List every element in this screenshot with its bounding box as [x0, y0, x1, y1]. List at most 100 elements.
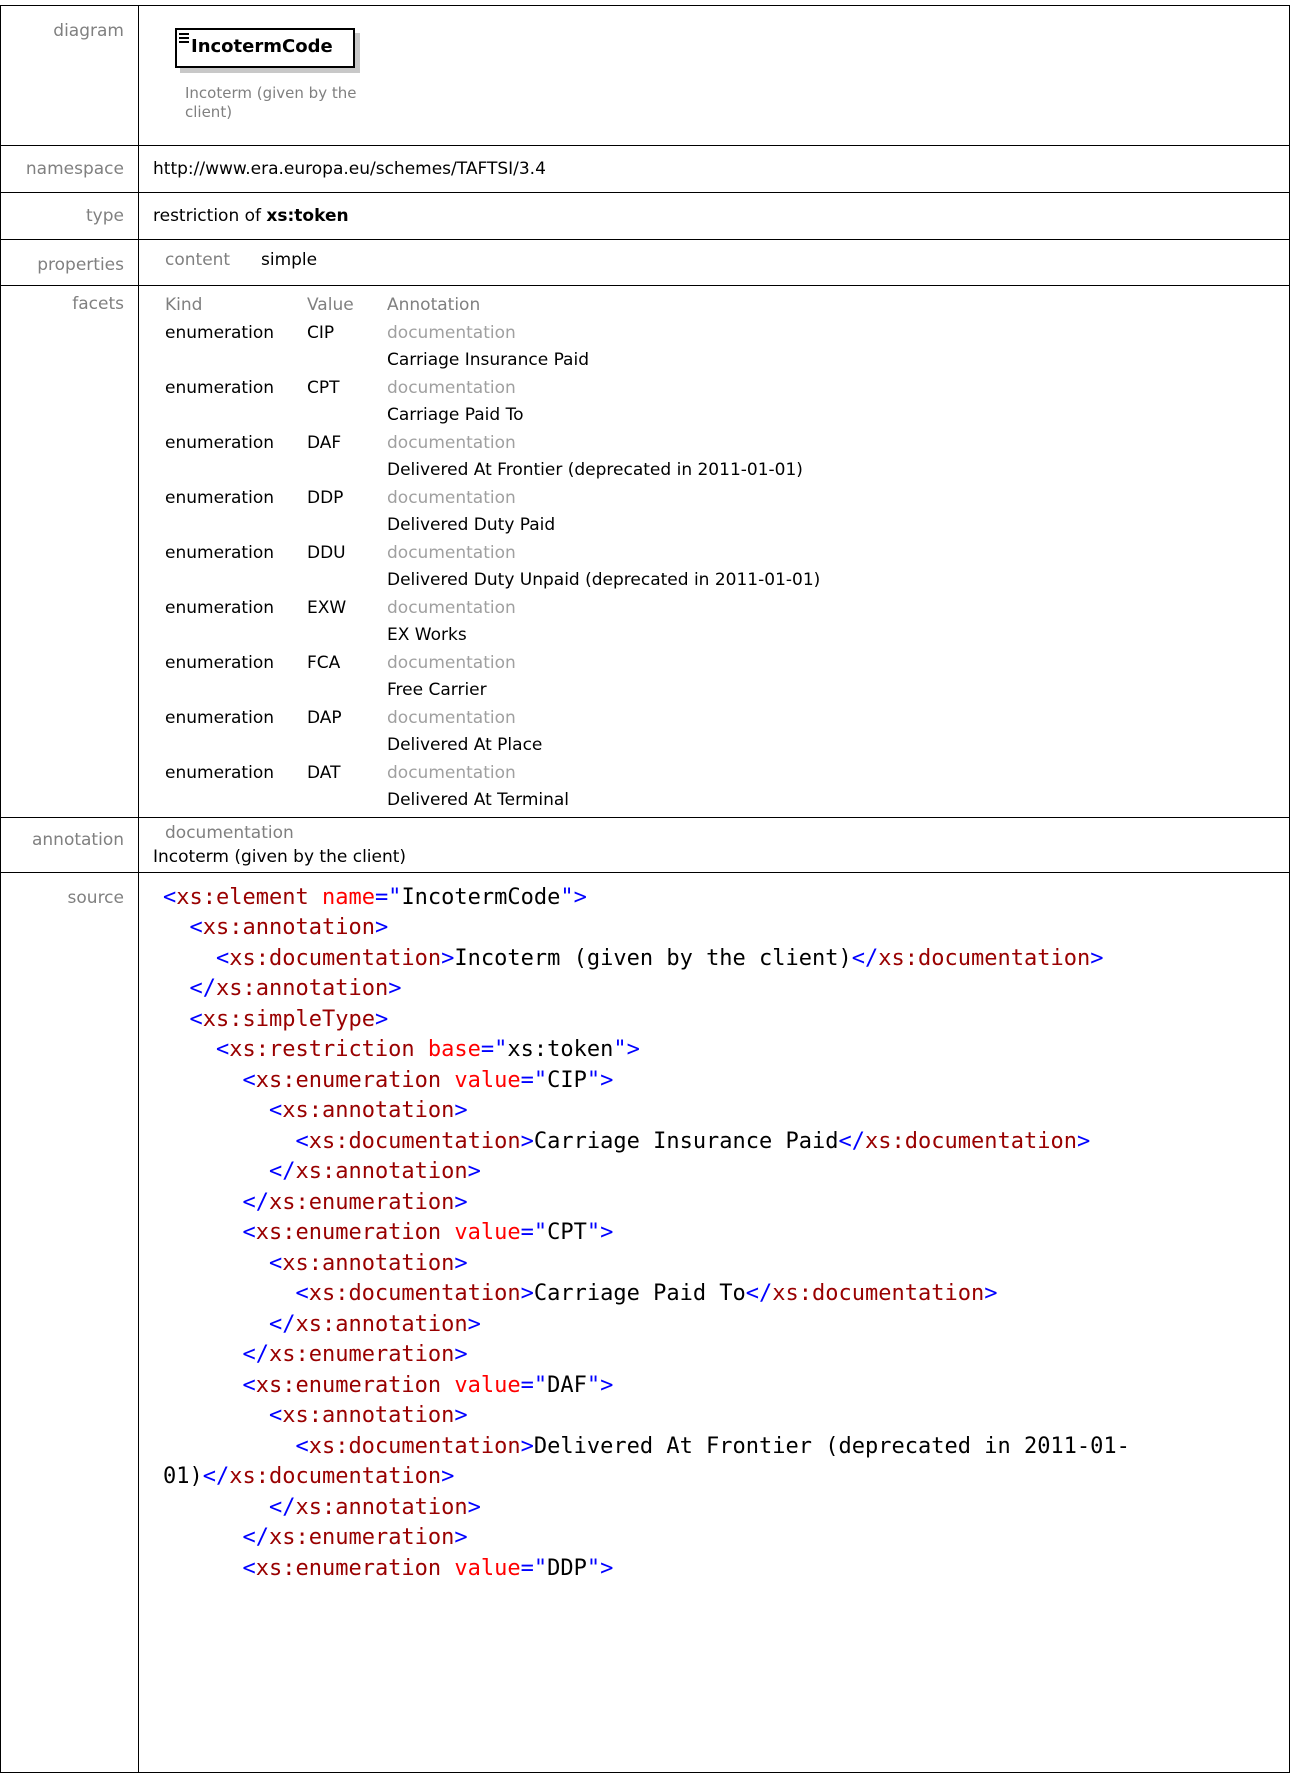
xml-element-name: xs:documentation — [865, 1128, 1077, 1154]
spacer — [307, 787, 387, 815]
xml-text — [163, 1281, 295, 1306]
annotation-doc-label: documentation — [165, 822, 294, 843]
xml-text — [163, 1525, 242, 1550]
facet-doc-row: Carriage Insurance Paid — [165, 347, 820, 375]
xml-punctuation: > — [454, 1525, 468, 1550]
xml-punctuation: </ — [268, 1159, 296, 1184]
xml-attribute-name: value — [454, 1220, 521, 1245]
xml-text — [163, 976, 190, 1001]
xml-element-name: xs:enumeration — [255, 1555, 442, 1581]
xml-element-name: xs:annotation — [202, 915, 375, 940]
facet-kind: enumeration — [165, 322, 274, 343]
source-line: </xs:annotation> — [163, 1495, 481, 1520]
row-annotation: annotation documentation Incoterm (given… — [0, 816, 1290, 873]
xml-text — [163, 1068, 242, 1093]
xml-attribute-name: value — [454, 1067, 521, 1093]
source-line: <xs:enumeration value="CIP"> — [163, 1068, 613, 1093]
xml-punctuation: < — [215, 945, 230, 971]
xml-punctuation: =" — [520, 1372, 548, 1398]
spacer — [165, 457, 307, 485]
facet-kind: enumeration — [165, 377, 274, 398]
xml-punctuation: </ — [745, 1281, 773, 1306]
facet-doc-label: documentation — [387, 597, 516, 618]
element-documentation: Incoterm (given by the client) — [185, 84, 357, 121]
facet-doc-label: documentation — [387, 432, 516, 453]
xml-text — [415, 1037, 428, 1062]
facet-row: enumeration DDP documentation — [165, 485, 820, 513]
xml-text: Delivered At Frontier (deprecated in 201… — [533, 1433, 1130, 1459]
properties-cell: content simple — [138, 239, 1290, 286]
xml-punctuation: < — [189, 915, 203, 940]
xml-text — [441, 1068, 454, 1093]
facet-kind: enumeration — [165, 597, 274, 618]
xml-punctuation: > — [520, 1433, 534, 1459]
xml-text — [441, 1373, 454, 1398]
row-properties: properties content simple — [0, 239, 1290, 286]
namespace-value: http://www.era.europa.eu/schemes/TAFTSI/… — [138, 145, 1290, 193]
xml-element-name: xs:documentation — [772, 1281, 985, 1306]
xml-punctuation: > — [1076, 1128, 1091, 1154]
source-line: <xs:documentation>Delivered At Frontier … — [163, 1433, 1130, 1459]
xml-element-name: xs:documentation — [229, 945, 442, 971]
row-label-facets: facets — [0, 285, 139, 818]
xml-punctuation: "> — [586, 1372, 614, 1398]
spacer — [307, 402, 387, 430]
source-line: <xs:enumeration value="DAF"> — [163, 1373, 613, 1398]
property-value: simple — [261, 250, 318, 270]
facet-doc-text: Carriage Insurance Paid — [387, 350, 589, 370]
source-line: </xs:enumeration> — [163, 1525, 468, 1550]
xml-text — [163, 1190, 242, 1215]
xml-text — [163, 1434, 295, 1459]
spacer — [165, 732, 307, 760]
xml-punctuation: < — [268, 1250, 283, 1276]
facet-doc-row: EX Works — [165, 622, 820, 650]
xml-text — [163, 1220, 242, 1245]
xml-punctuation: </ — [851, 945, 879, 971]
type-prefix: restriction of — [153, 206, 262, 226]
xml-punctuation: </ — [268, 1494, 296, 1520]
facet-value: DAF — [307, 432, 342, 453]
facet-kind: enumeration — [165, 707, 274, 728]
xml-punctuation: > — [467, 1311, 481, 1337]
annotation-cell: documentation Incoterm (given by the cli… — [138, 816, 1290, 873]
facets-cell: Kind Value Annotation enumeration CIP docu… — [138, 285, 1290, 818]
spacer — [165, 512, 307, 540]
xml-text — [163, 1312, 269, 1337]
source-line: <xs:annotation> — [163, 1403, 468, 1428]
xml-element-name: xs:annotation — [216, 976, 389, 1001]
row-label-annotation: annotation — [0, 816, 139, 873]
xml-punctuation: =" — [520, 1220, 548, 1245]
xml-text — [163, 1129, 295, 1154]
source-line: </xs:annotation> — [163, 976, 402, 1001]
xml-punctuation: "> — [586, 1220, 614, 1245]
facet-doc-label: documentation — [387, 377, 516, 398]
xml-punctuation: > — [374, 915, 389, 940]
xml-punctuation: </ — [268, 1311, 296, 1337]
xml-punctuation: > — [1090, 945, 1104, 971]
xml-text — [163, 1342, 242, 1367]
facet-row: enumeration DAT documentation — [165, 760, 820, 788]
type-base[interactable]: xs:token — [266, 206, 348, 226]
element-box[interactable]: IncotermCode — [175, 28, 355, 68]
xml-element-name: xs:annotation — [282, 1403, 455, 1428]
source-line: <xs:documentation>Carriage Paid To</xs:d… — [163, 1281, 997, 1306]
xml-punctuation: > — [467, 1494, 481, 1520]
source-line: </xs:annotation> — [163, 1312, 481, 1337]
xml-element-name: xs:documentation — [878, 945, 1091, 971]
annotation-text: Incoterm (given by the client) — [153, 846, 407, 867]
facet-doc-row: Carriage Paid To — [165, 402, 820, 430]
xml-punctuation: < — [163, 884, 177, 910]
source-line: 01)</xs:documentation> — [163, 1464, 454, 1489]
row-label-properties: properties — [0, 239, 139, 286]
xml-punctuation: > — [441, 945, 455, 971]
xml-text: Carriage Paid To — [533, 1281, 746, 1306]
facet-doc-text: Delivered Duty Unpaid (deprecated in 201… — [387, 570, 821, 590]
xml-attribute-name: value — [454, 1372, 521, 1398]
facet-value: DDU — [307, 542, 346, 563]
xml-element-name: xs:enumeration — [255, 1220, 442, 1245]
row-type: type restriction of xs:token — [0, 192, 1290, 240]
xml-text — [163, 946, 216, 971]
facets-header-kind: Kind — [165, 295, 203, 315]
source-line: <xs:enumeration value="CPT"> — [163, 1220, 613, 1245]
source-line: <xs:annotation> — [163, 1098, 468, 1123]
